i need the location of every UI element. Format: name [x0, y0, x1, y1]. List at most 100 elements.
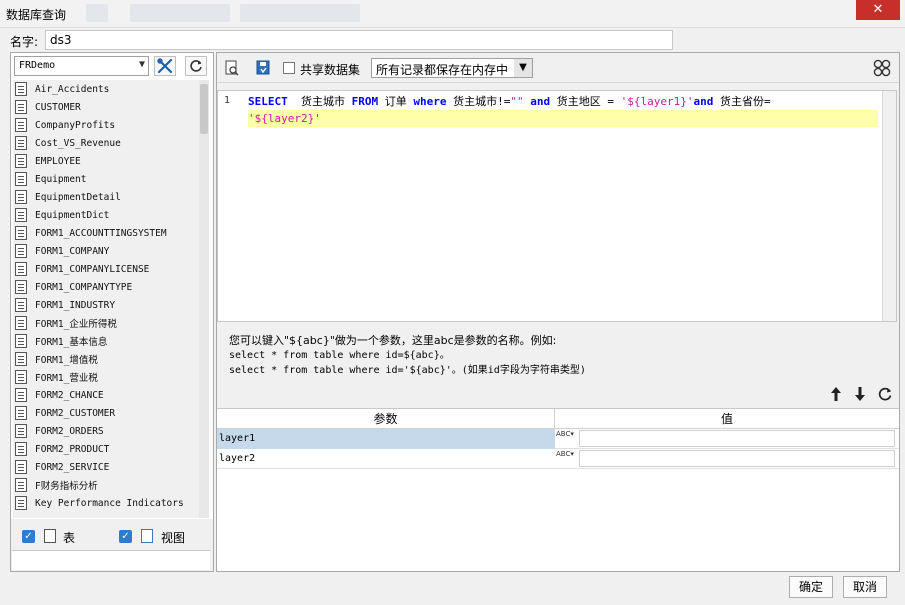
sql-editor[interactable]: 1 SELECT 货主城市 FROM 订单 where 货主城市!="" and… — [217, 90, 897, 322]
table-list-item[interactable]: EquipmentDict — [13, 206, 209, 224]
sql-line-2: '${layer2}' — [248, 110, 878, 127]
name-input[interactable] — [45, 30, 673, 50]
table-icon — [44, 529, 56, 543]
sql-keyword: SELECT — [248, 95, 288, 108]
table-name: FORM2_ORDERS — [35, 425, 104, 437]
param-type-icon[interactable]: ABC▾ — [556, 431, 578, 447]
close-button[interactable]: ✕ — [856, 0, 900, 20]
table-list-item[interactable]: FORM1_COMPANY — [13, 242, 209, 260]
background-app-tab — [240, 4, 360, 22]
table-name: FORM1_增值税 — [35, 355, 98, 366]
table-name: EMPLOYEE — [35, 155, 81, 167]
view-icon — [141, 529, 153, 543]
window-title: 数据库查询 — [6, 8, 67, 22]
table-list-item[interactable]: FORM1_COMPANYTYPE — [13, 278, 209, 296]
table-icon — [15, 388, 27, 402]
table-icon — [15, 370, 27, 384]
table-search-input[interactable] — [12, 550, 210, 570]
sql-text: 订单 — [378, 95, 414, 108]
cancel-button[interactable]: 取消 — [843, 576, 887, 598]
table-name: Air_Accidents — [35, 83, 110, 95]
show-views-checkbox[interactable]: ✓ — [119, 530, 132, 543]
database-select-value: FRDemo — [19, 60, 56, 71]
layout-icon[interactable] — [872, 58, 892, 78]
table-name: EquipmentDict — [35, 209, 110, 221]
table-icon — [15, 460, 27, 474]
table-icon — [15, 82, 27, 96]
move-down-icon[interactable] — [853, 386, 867, 402]
table-icon — [15, 424, 27, 438]
table-list-item[interactable]: Air_Accidents — [13, 80, 209, 98]
table-icon — [15, 226, 27, 240]
table-list-item[interactable]: FORM2_CHANCE — [13, 386, 209, 404]
query-toolbar: 共享数据集 所有记录都保存在内存中 ▼ — [217, 53, 899, 83]
param-value-input[interactable] — [579, 430, 895, 447]
table-list-item[interactable]: EquipmentDetail — [13, 188, 209, 206]
table-name: FORM1_企业所得税 — [35, 319, 117, 330]
parameter-table: 参数 值 layer1 ABC▾ layer2 ABC▾ — [217, 408, 899, 571]
table-list-item[interactable]: FORM1_企业所得税 — [13, 314, 209, 332]
table-icon — [15, 334, 27, 348]
table-list-item[interactable]: FORM1_ACCOUNTTINGSYSTEM — [13, 224, 209, 242]
table-name: Equipment — [35, 173, 87, 185]
table-list-item[interactable]: F财务指标分析 — [13, 476, 209, 494]
share-dataset-label: 共享数据集 — [300, 63, 361, 77]
table-list-scrollbar[interactable] — [199, 80, 209, 518]
table-list-item[interactable]: FORM1_增值税 — [13, 350, 209, 368]
hint-line-3: select * from table where id='${abc}'。(如… — [229, 365, 586, 376]
table-icon — [15, 298, 27, 312]
table-name: CompanyProfits — [35, 119, 116, 131]
table-name: FORM1_ACCOUNTTINGSYSTEM — [35, 227, 167, 239]
show-tables-checkbox[interactable]: ✓ — [22, 530, 35, 543]
table-list-item[interactable]: CUSTOMER — [13, 98, 209, 116]
editor-scrollbar[interactable] — [882, 91, 896, 321]
table-name: FORM2_SERVICE — [35, 461, 110, 473]
memory-mode-value: 所有记录都保存在内存中 — [376, 63, 509, 77]
table-list-item[interactable]: FORM2_ORDERS — [13, 422, 209, 440]
connection-settings-button[interactable] — [154, 56, 176, 76]
ok-button[interactable]: 确定 — [789, 576, 833, 598]
table-list-item[interactable]: CompanyProfits — [13, 116, 209, 134]
param-name: layer1 — [217, 429, 555, 449]
table-list-item[interactable]: FORM2_SERVICE — [13, 458, 209, 476]
table-icon — [15, 208, 27, 222]
refresh-params-icon[interactable] — [877, 386, 893, 402]
param-type-icon[interactable]: ABC▾ — [556, 451, 578, 467]
move-up-icon[interactable] — [829, 386, 843, 402]
name-label: 名字: — [10, 35, 39, 49]
table-list-item[interactable]: Key Performance Indicators — [13, 494, 209, 512]
param-value-input[interactable] — [579, 450, 895, 467]
table-list-item[interactable]: Cost_VS_Revenue — [13, 134, 209, 152]
table-list-item[interactable]: FORM1_营业税 — [13, 368, 209, 386]
share-dataset-checkbox[interactable] — [283, 62, 295, 74]
param-row[interactable]: layer1 ABC▾ — [217, 429, 899, 449]
table-list-item[interactable]: FORM2_PRODUCT — [13, 440, 209, 458]
table-list: Air_Accidents CUSTOMER CompanyProfits Cost_… — [13, 80, 209, 518]
table-list-item[interactable]: FORM1_INDUSTRY — [13, 296, 209, 314]
save-query-icon[interactable] — [255, 60, 271, 76]
param-row[interactable]: layer2 ABC▾ — [217, 449, 899, 469]
table-name: F财务指标分析 — [35, 481, 98, 492]
database-select[interactable]: FRDemo ▼ — [14, 56, 149, 76]
sql-text: 货主城市 — [287, 95, 352, 108]
preview-icon[interactable] — [224, 60, 240, 76]
memory-mode-select[interactable]: 所有记录都保存在内存中 ▼ — [371, 58, 533, 78]
refresh-tables-button[interactable] — [185, 56, 207, 76]
table-icon — [15, 352, 27, 366]
table-list-item[interactable]: Equipment — [13, 170, 209, 188]
show-views-label: 视图 — [161, 531, 186, 545]
sql-keyword: where — [413, 95, 447, 108]
table-list-item[interactable]: FORM2_CUSTOMER — [13, 404, 209, 422]
table-list-item[interactable]: FORM1_基本信息 — [13, 332, 209, 350]
table-list-item[interactable]: FORM1_COMPANYLICENSE — [13, 260, 209, 278]
table-name: Key Performance Indicators — [35, 497, 184, 509]
scrollbar-thumb[interactable] — [200, 84, 208, 134]
hint-line-2: select * from table where id=${abc}。 — [229, 350, 450, 361]
table-icon — [15, 154, 27, 168]
background-app-toolbar — [130, 4, 230, 22]
show-tables-label: 表 — [63, 531, 76, 545]
background-app-icon — [86, 4, 108, 22]
sql-line-1: SELECT 货主城市 FROM 订单 where 货主城市!="" and 货… — [248, 93, 878, 110]
parameter-hint: 您可以键入"${abc}"做为一个参数，这里abc是参数的名称。例如: selec… — [229, 333, 586, 378]
table-list-item[interactable]: EMPLOYEE — [13, 152, 209, 170]
